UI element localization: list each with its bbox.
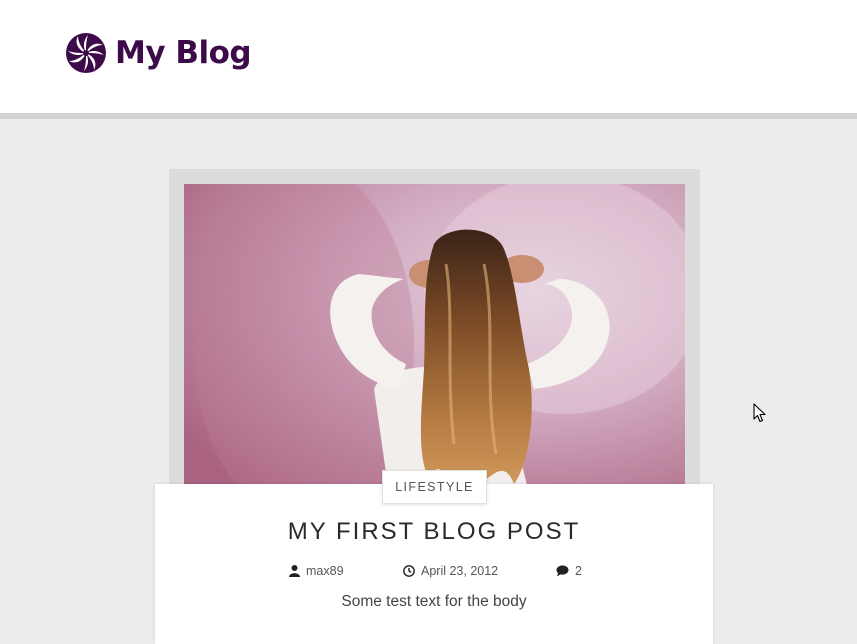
user-icon bbox=[289, 565, 300, 577]
post-date: April 23, 2012 bbox=[403, 563, 498, 579]
post-excerpt: Some test text for the body bbox=[341, 593, 527, 610]
site-header: My Blog bbox=[0, 0, 857, 119]
comment-count: 2 bbox=[575, 564, 582, 578]
site-logo-link[interactable]: My Blog bbox=[65, 32, 252, 74]
mouse-cursor-icon bbox=[753, 403, 766, 423]
featured-photo bbox=[184, 184, 685, 494]
clock-icon bbox=[403, 565, 415, 577]
date-text: April 23, 2012 bbox=[421, 564, 499, 578]
post-comments[interactable]: 2 bbox=[556, 563, 582, 579]
author-name: max89 bbox=[306, 564, 344, 578]
site-title: My Blog bbox=[115, 35, 252, 71]
featured-image[interactable] bbox=[184, 184, 685, 494]
swirl-logo-icon bbox=[66, 33, 106, 73]
post-title[interactable]: MY FIRST BLOG POST bbox=[155, 518, 713, 546]
comment-icon bbox=[556, 565, 569, 577]
category-badge[interactable]: LIFESTYLE bbox=[382, 470, 487, 504]
post-author[interactable]: max89 bbox=[289, 563, 344, 579]
